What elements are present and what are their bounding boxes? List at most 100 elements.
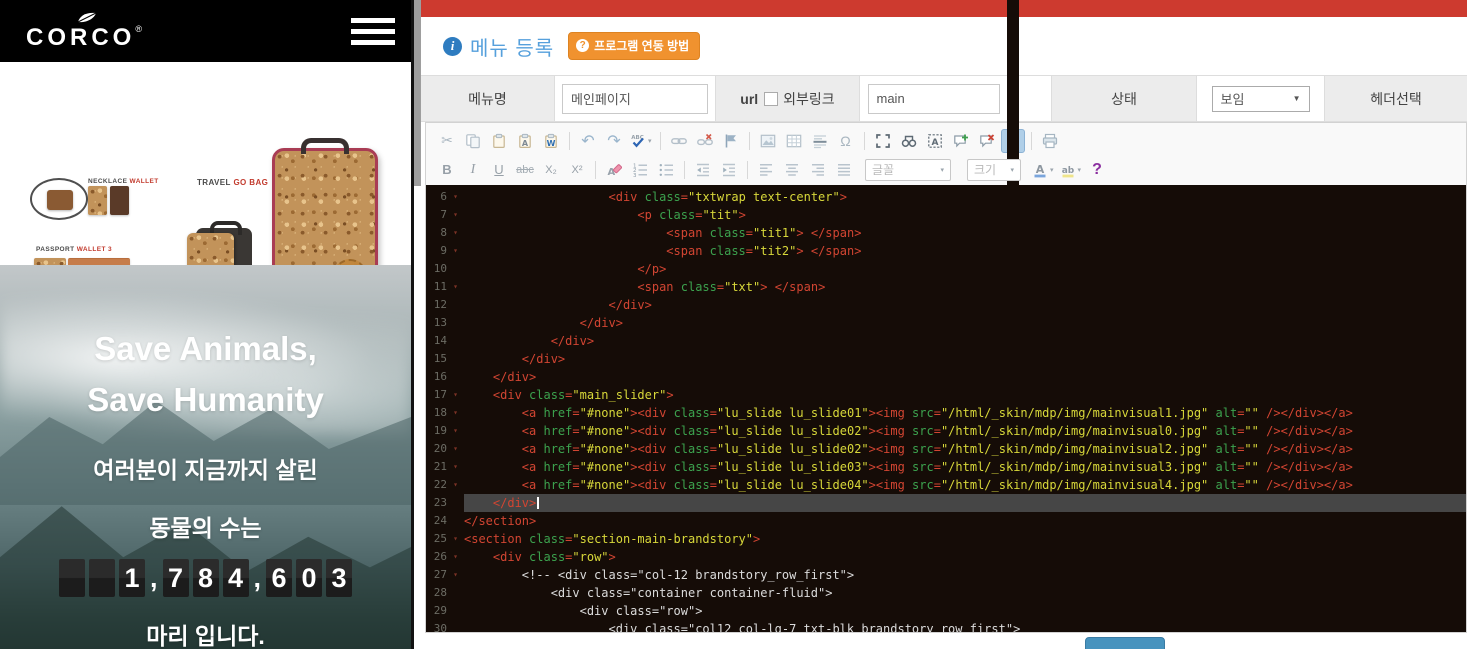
indent-icon[interactable] bbox=[717, 158, 741, 182]
code-line-7[interactable]: 7▾ <p class="tit"> bbox=[426, 206, 1466, 224]
font-select[interactable]: 글꼴▾ bbox=[865, 159, 951, 181]
source-code-editor[interactable]: 6▾ <div class="txtwrap text-center">7▾ <… bbox=[426, 185, 1466, 632]
table-icon[interactable] bbox=[782, 129, 806, 153]
status-select[interactable]: 보임 ▼ bbox=[1212, 86, 1310, 112]
hamburger-menu-icon[interactable] bbox=[351, 18, 395, 45]
anchor-icon[interactable] bbox=[719, 129, 743, 153]
cut-icon[interactable]: ✂ bbox=[435, 129, 459, 153]
link-icon[interactable] bbox=[667, 129, 691, 153]
code-line-10[interactable]: 10 </p> bbox=[426, 260, 1466, 278]
code-line-16[interactable]: 16 </div> bbox=[426, 368, 1466, 386]
undo-icon[interactable]: ↶ bbox=[576, 129, 600, 153]
superscript-icon[interactable]: X² bbox=[565, 158, 589, 182]
fold-arrow-icon[interactable]: ▾ bbox=[447, 476, 464, 494]
external-link-checkbox[interactable] bbox=[764, 92, 778, 106]
code-line-9[interactable]: 9▾ <span class="tit2"> </span> bbox=[426, 242, 1466, 260]
code-line-18[interactable]: 18▾ <a href="#none"><div class="lu_slide… bbox=[426, 404, 1466, 422]
code-line-20[interactable]: 20▾ <a href="#none"><div class="lu_slide… bbox=[426, 440, 1466, 458]
code-line-25[interactable]: 25▾<section class="section-main-brandsto… bbox=[426, 530, 1466, 548]
unlink-icon[interactable] bbox=[693, 129, 717, 153]
menu-name-input[interactable] bbox=[562, 84, 708, 114]
bg-color-icon[interactable]: ab▾ bbox=[1058, 158, 1084, 182]
align-justify-icon[interactable] bbox=[832, 158, 856, 182]
source-button[interactable]: <> bbox=[1001, 129, 1025, 153]
fold-arrow-icon[interactable]: ▾ bbox=[447, 440, 464, 458]
align-right-icon[interactable] bbox=[806, 158, 830, 182]
fold-arrow-icon[interactable]: ▾ bbox=[447, 458, 464, 476]
save-button[interactable]: 저장하기 bbox=[1085, 637, 1165, 649]
fold-arrow-icon[interactable]: ▾ bbox=[447, 422, 464, 440]
code-line-14[interactable]: 14 </div> bbox=[426, 332, 1466, 350]
svg-text:A: A bbox=[522, 139, 529, 148]
image-icon[interactable] bbox=[756, 129, 780, 153]
code-line-26[interactable]: 26▾ <div class="row"> bbox=[426, 548, 1466, 566]
fold-arrow-icon[interactable]: ▾ bbox=[447, 548, 464, 566]
fold-arrow-icon[interactable]: ▾ bbox=[447, 566, 464, 584]
redo-icon[interactable]: ↷ bbox=[602, 129, 626, 153]
fold-arrow-icon[interactable]: ▾ bbox=[447, 530, 464, 548]
url-input[interactable] bbox=[868, 84, 1000, 114]
find-icon[interactable] bbox=[897, 129, 921, 153]
code-line-15[interactable]: 15 </div> bbox=[426, 350, 1466, 368]
outdent-icon[interactable] bbox=[691, 158, 715, 182]
code-line-11[interactable]: 11▾ <span class="txt"> </span> bbox=[426, 278, 1466, 296]
copy-icon[interactable] bbox=[461, 129, 485, 153]
code-line-22[interactable]: 22▾ <a href="#none"><div class="lu_slide… bbox=[426, 476, 1466, 494]
strike-icon[interactable]: abc bbox=[513, 158, 537, 182]
code-line-6[interactable]: 6▾ <div class="txtwrap text-center"> bbox=[426, 188, 1466, 206]
unordered-list-icon[interactable] bbox=[654, 158, 678, 182]
admin-pane: i 메뉴 등록 ? 프로그램 연동 방법 메뉴명 url 외부링크 상태 보임 … bbox=[421, 0, 1467, 649]
code-line-29[interactable]: 29 <div class="row"> bbox=[426, 602, 1466, 620]
fold-arrow-icon[interactable]: ▾ bbox=[447, 206, 464, 224]
passport-wallet-label: PASSPORT WALLET 3 bbox=[36, 246, 112, 253]
paste-word-icon[interactable]: W bbox=[539, 129, 563, 153]
paste-text-icon[interactable]: A bbox=[513, 129, 537, 153]
text-color-icon[interactable]: A▾ bbox=[1030, 158, 1056, 182]
bold-icon[interactable]: B bbox=[435, 158, 459, 182]
line-number: 24 bbox=[426, 512, 447, 530]
code-line-27[interactable]: 27▾ <!-- <div class="col-12 brandstory_r… bbox=[426, 566, 1466, 584]
underline-icon[interactable]: U bbox=[487, 158, 511, 182]
code-line-13[interactable]: 13 </div> bbox=[426, 314, 1466, 332]
code-line-12[interactable]: 12 </div> bbox=[426, 296, 1466, 314]
align-center-icon[interactable] bbox=[780, 158, 804, 182]
horizontal-line-icon[interactable] bbox=[808, 129, 832, 153]
comment-add-icon[interactable] bbox=[949, 129, 973, 153]
toolbar-row-1: ✂ A W ↶↷ABC▾ Ω A <> bbox=[434, 126, 1466, 155]
fold-arrow-icon[interactable]: ▾ bbox=[447, 404, 464, 422]
select-all-icon[interactable]: A bbox=[923, 129, 947, 153]
code-line-17[interactable]: 17▾ <div class="main_slider"> bbox=[426, 386, 1466, 404]
fold-arrow-icon[interactable]: ▾ bbox=[447, 386, 464, 404]
line-number: 19 bbox=[426, 422, 447, 440]
remove-format-icon[interactable]: A bbox=[602, 158, 626, 182]
program-link-help-button[interactable]: ? 프로그램 연동 방법 bbox=[568, 32, 700, 60]
code-line-8[interactable]: 8▾ <span class="tit1"> </span> bbox=[426, 224, 1466, 242]
subscript-icon[interactable]: X₂ bbox=[539, 158, 563, 182]
print-icon[interactable] bbox=[1038, 129, 1062, 153]
code-line-24[interactable]: 24</section> bbox=[426, 512, 1466, 530]
code-line-21[interactable]: 21▾ <a href="#none"><div class="lu_slide… bbox=[426, 458, 1466, 476]
paste-icon[interactable] bbox=[487, 129, 511, 153]
code-line-30[interactable]: 30 <div class="col12 col-lg-7 txt-blk br… bbox=[426, 620, 1466, 632]
code-line-28[interactable]: 28 <div class="container container-fluid… bbox=[426, 584, 1466, 602]
fold-arrow-icon[interactable]: ▾ bbox=[447, 224, 464, 242]
counter-digit-tile: 8 bbox=[193, 559, 219, 597]
align-left-icon[interactable] bbox=[754, 158, 778, 182]
counter-digit-tile: 6 bbox=[266, 559, 292, 597]
comment-remove-icon[interactable] bbox=[975, 129, 999, 153]
necklace-wallet-label: NECKLACE WALLET bbox=[88, 178, 159, 185]
text-cursor bbox=[537, 497, 539, 509]
size-select[interactable]: 크기▾ bbox=[967, 159, 1021, 181]
fold-arrow-icon[interactable]: ▾ bbox=[447, 242, 464, 260]
code-line-23[interactable]: 23 </div> bbox=[426, 494, 1466, 512]
corco-logo[interactable]: CORCO® bbox=[26, 11, 142, 52]
fold-arrow-icon[interactable]: ▾ bbox=[447, 188, 464, 206]
spellcheck-icon[interactable]: ABC▾ bbox=[628, 129, 654, 153]
fold-arrow-icon[interactable]: ▾ bbox=[447, 278, 464, 296]
ordered-list-icon[interactable]: 123 bbox=[628, 158, 652, 182]
maximize-icon[interactable] bbox=[871, 129, 895, 153]
special-char-icon[interactable]: Ω bbox=[834, 129, 858, 153]
italic-icon[interactable]: I bbox=[461, 158, 485, 182]
code-line-19[interactable]: 19▾ <a href="#none"><div class="lu_slide… bbox=[426, 422, 1466, 440]
about-icon[interactable]: ? bbox=[1085, 158, 1109, 182]
